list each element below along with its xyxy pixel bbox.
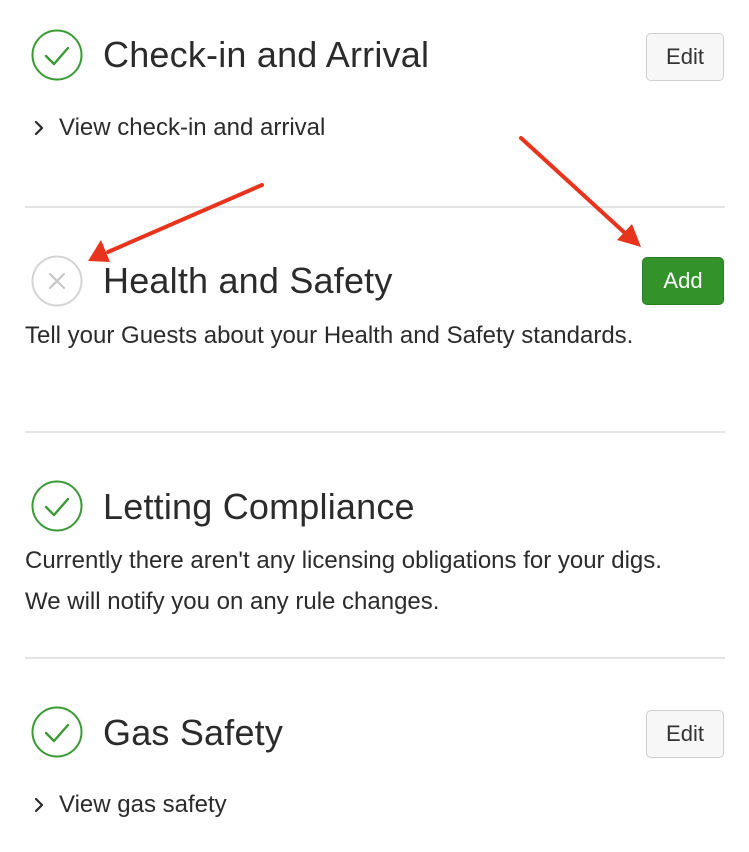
section-description: Tell your Guests about your Health and S… bbox=[25, 322, 634, 349]
section-gas-safety: Gas Safety Edit View gas safety bbox=[0, 659, 749, 852]
check-circle-icon bbox=[31, 29, 83, 81]
view-check-in-link[interactable]: View check-in and arrival bbox=[33, 114, 325, 142]
check-circle-icon bbox=[31, 480, 83, 532]
section-check-in-and-arrival: Check-in and Arrival Edit View check-in … bbox=[0, 0, 749, 205]
view-gas-safety-link[interactable]: View gas safety bbox=[33, 791, 227, 819]
chevron-right-icon bbox=[34, 120, 44, 136]
section-title: Gas Safety bbox=[103, 712, 284, 753]
add-button[interactable]: Add bbox=[642, 257, 724, 305]
edit-button[interactable]: Edit bbox=[646, 33, 724, 81]
edit-button[interactable]: Edit bbox=[646, 710, 724, 758]
section-letting-compliance: Letting Compliance Currently there aren'… bbox=[0, 433, 749, 657]
x-circle-icon bbox=[31, 255, 83, 307]
chevron-right-icon bbox=[34, 797, 44, 813]
section-description: Currently there aren't any licensing obl… bbox=[25, 547, 662, 615]
check-circle-icon bbox=[31, 706, 83, 758]
section-health-and-safety: Health and Safety Add Tell your Guests a… bbox=[0, 208, 749, 432]
section-title: Letting Compliance bbox=[103, 486, 415, 527]
link-label: View check-in and arrival bbox=[59, 114, 326, 141]
link-label: View gas safety bbox=[59, 791, 227, 818]
section-title: Check-in and Arrival bbox=[103, 34, 430, 75]
section-title: Health and Safety bbox=[103, 260, 393, 301]
